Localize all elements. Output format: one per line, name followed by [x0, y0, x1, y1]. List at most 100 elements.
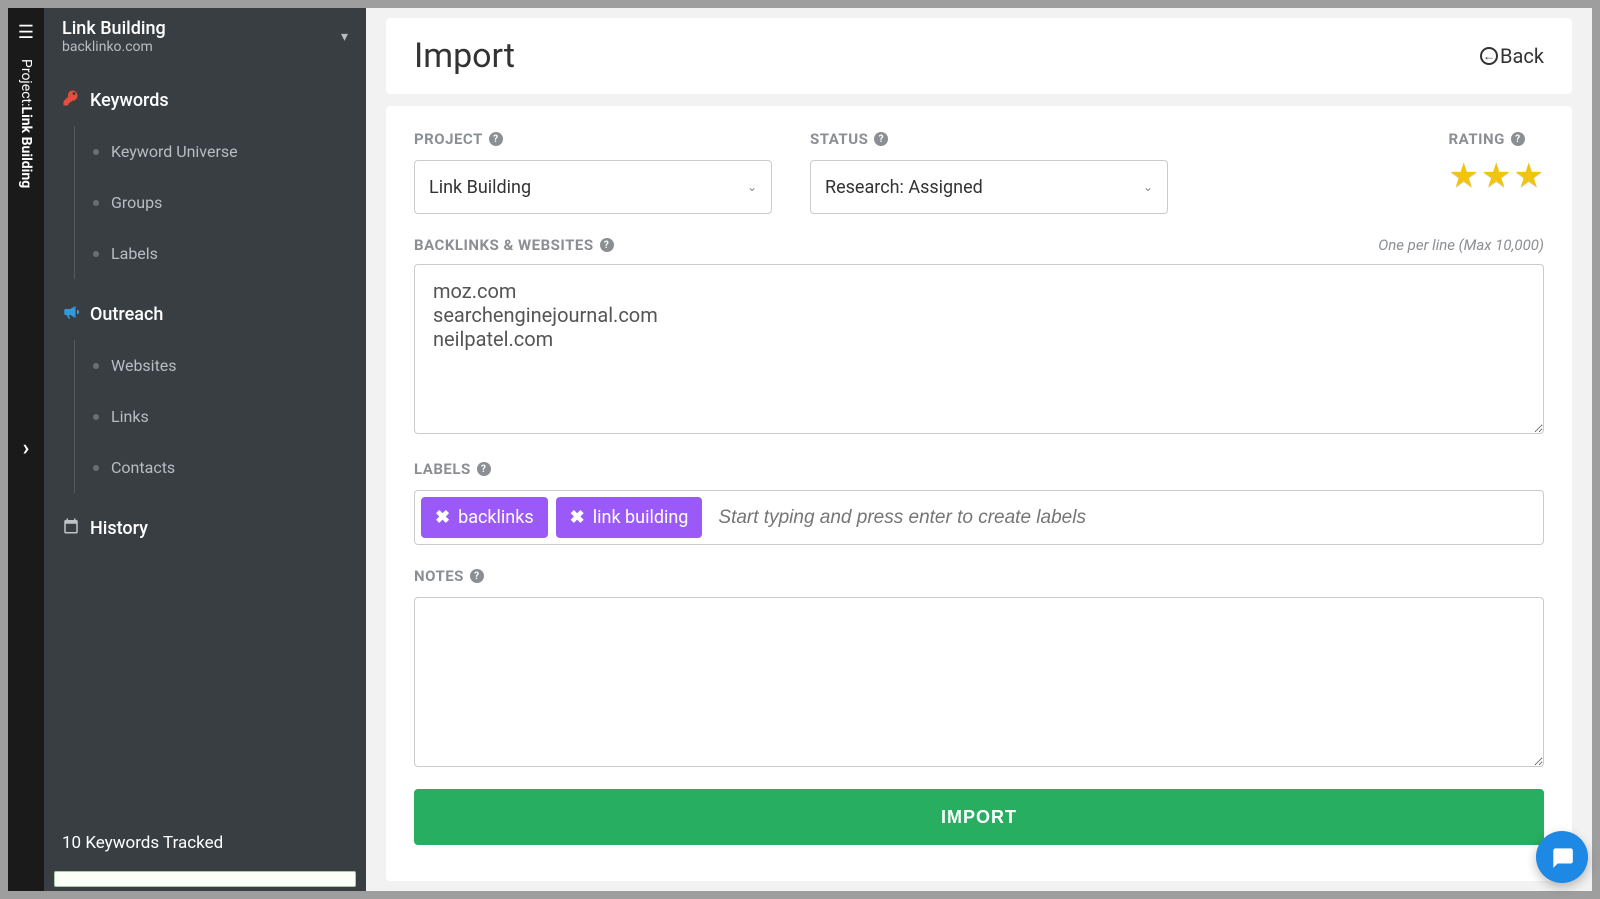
nav-keywords: Keywords Keyword Universe Groups Labels	[44, 75, 366, 279]
nav-item-label: Keyword Universe	[111, 142, 238, 161]
remove-tag-icon[interactable]: ✖	[570, 507, 585, 528]
tag-text: backlinks	[458, 507, 534, 528]
tag-text: link building	[593, 507, 689, 528]
nav-keywords-children: Keyword Universe Groups Labels	[74, 126, 366, 279]
back-label: Back	[1500, 44, 1544, 68]
rating-stars[interactable]: ★ ★ ★	[1449, 156, 1544, 196]
app-root: ☰ Project:Link Building › Link Building …	[8, 8, 1592, 891]
nav-item-websites[interactable]: Websites	[75, 340, 366, 391]
import-form-card: PROJECT ? Link Building ⌄ STATUS ? Resea…	[386, 106, 1572, 881]
field-project: PROJECT ? Link Building ⌄	[414, 130, 772, 214]
nav-item-label: Groups	[111, 193, 162, 212]
field-backlinks: BACKLINKS & WEBSITES ? One per line (Max…	[414, 236, 1544, 438]
field-notes: NOTES ?	[414, 567, 1544, 771]
nav-item-contacts[interactable]: Contacts	[75, 442, 366, 493]
nav-history: History	[44, 503, 366, 554]
rating-label: RATING ?	[1449, 130, 1544, 148]
nav-outreach: Outreach Websites Links Contacts	[44, 289, 366, 493]
label-tag: ✖ link building	[556, 497, 703, 538]
page-title: Import	[414, 36, 515, 76]
chevron-down-icon: ⌄	[747, 180, 757, 194]
nav-item-label: Websites	[111, 356, 177, 375]
remove-tag-icon[interactable]: ✖	[435, 507, 450, 528]
backlinks-hint: One per line (Max 10,000)	[1378, 236, 1544, 254]
expand-rail-icon[interactable]: ›	[23, 436, 30, 461]
nav-heading-history-label: History	[90, 518, 148, 539]
arrow-left-icon: ←	[1480, 47, 1498, 65]
field-status: STATUS ? Research: Assigned ⌄	[810, 130, 1168, 214]
chevron-down-icon: ⌄	[1143, 180, 1153, 194]
help-icon[interactable]: ?	[1511, 132, 1525, 146]
status-select[interactable]: Research: Assigned ⌄	[810, 160, 1168, 214]
bullet-icon	[93, 251, 99, 257]
sidebar-footer: 10 Keywords Tracked	[44, 815, 366, 871]
backlinks-label: BACKLINKS & WEBSITES ?	[414, 236, 614, 254]
chat-icon	[1549, 844, 1575, 870]
nav-heading-keywords-label: Keywords	[90, 90, 169, 111]
chevron-down-icon[interactable]: ▾	[341, 29, 348, 45]
bullet-icon	[93, 149, 99, 155]
field-rating: RATING ? ★ ★ ★	[1449, 130, 1544, 214]
help-icon[interactable]: ?	[470, 569, 484, 583]
sidebar-header[interactable]: Link Building backlinko.com ▾	[44, 8, 366, 65]
top-row: PROJECT ? Link Building ⌄ STATUS ? Resea…	[414, 130, 1544, 214]
main-header: Import ← Back	[386, 18, 1572, 94]
bullhorn-icon	[62, 303, 80, 326]
label-text: PROJECT	[414, 130, 483, 148]
calendar-icon	[62, 517, 80, 540]
keywords-usage-bar	[54, 871, 356, 887]
help-icon[interactable]: ?	[874, 132, 888, 146]
sidebar-header-left: Link Building backlinko.com	[62, 18, 166, 55]
label-text: NOTES	[414, 567, 464, 585]
nav-item-label: Links	[111, 407, 149, 426]
labels-label: LABELS ?	[414, 460, 1544, 478]
rail-project-label: Project:Link Building	[18, 59, 34, 188]
field-labels: LABELS ? ✖ backlinks ✖ link building	[414, 460, 1544, 545]
nav-item-links[interactable]: Links	[75, 391, 366, 442]
sidebar-subtitle: backlinko.com	[62, 39, 166, 55]
nav-item-label: Labels	[111, 244, 158, 263]
star-icon[interactable]: ★	[1481, 156, 1511, 196]
backlinks-textarea[interactable]	[414, 264, 1544, 434]
select-value: Link Building	[429, 177, 531, 198]
rail-project-prefix: Project:	[18, 59, 34, 107]
label-text: BACKLINKS & WEBSITES	[414, 236, 594, 254]
nav-heading-outreach[interactable]: Outreach	[44, 289, 366, 340]
labels-input[interactable]	[710, 499, 1537, 537]
rail-project-name: Link Building	[18, 107, 34, 189]
label-text: LABELS	[414, 460, 471, 478]
hamburger-icon[interactable]: ☰	[18, 22, 34, 43]
sidebar-title: Link Building	[62, 18, 166, 39]
nav-heading-outreach-label: Outreach	[90, 304, 163, 325]
back-button[interactable]: ← Back	[1480, 44, 1544, 68]
help-icon[interactable]: ?	[600, 238, 614, 252]
bullet-icon	[93, 200, 99, 206]
nav-item-keyword-universe[interactable]: Keyword Universe	[75, 126, 366, 177]
nav-item-groups[interactable]: Groups	[75, 177, 366, 228]
label-tag: ✖ backlinks	[421, 497, 548, 538]
nav-item-label: Contacts	[111, 458, 175, 477]
star-icon[interactable]: ★	[1449, 156, 1479, 196]
main: Import ← Back PROJECT ? Link Building ⌄	[366, 8, 1592, 891]
bullet-icon	[93, 363, 99, 369]
labels-container[interactable]: ✖ backlinks ✖ link building	[414, 490, 1544, 545]
import-button[interactable]: IMPORT	[414, 789, 1544, 845]
bullet-icon	[93, 414, 99, 420]
star-icon[interactable]: ★	[1514, 156, 1544, 196]
sidebar: Link Building backlinko.com ▾ Keywords K…	[44, 8, 366, 891]
project-select[interactable]: Link Building ⌄	[414, 160, 772, 214]
chat-fab[interactable]	[1536, 831, 1588, 883]
nav-heading-keywords[interactable]: Keywords	[44, 75, 366, 126]
backlinks-head: BACKLINKS & WEBSITES ? One per line (Max…	[414, 236, 1544, 254]
nav-item-labels[interactable]: Labels	[75, 228, 366, 279]
nav-heading-history[interactable]: History	[44, 503, 366, 554]
select-value: Research: Assigned	[825, 177, 983, 198]
help-icon[interactable]: ?	[477, 462, 491, 476]
label-text: RATING	[1449, 130, 1505, 148]
status-label: STATUS ?	[810, 130, 1168, 148]
notes-label: NOTES ?	[414, 567, 1544, 585]
notes-textarea[interactable]	[414, 597, 1544, 767]
help-icon[interactable]: ?	[489, 132, 503, 146]
project-label: PROJECT ?	[414, 130, 772, 148]
nav-outreach-children: Websites Links Contacts	[74, 340, 366, 493]
